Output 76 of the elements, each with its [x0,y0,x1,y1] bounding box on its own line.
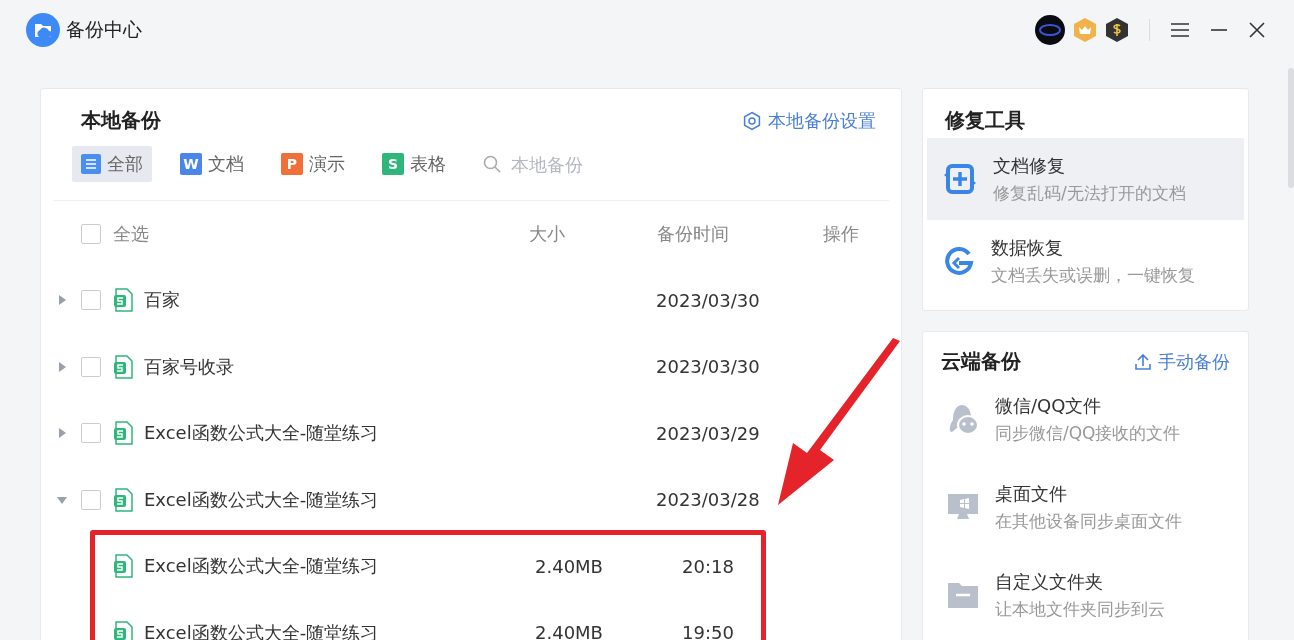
file-type-icon: S [382,153,404,175]
avatar-icon[interactable] [1035,15,1065,45]
search-icon [483,155,501,173]
tool-description: 文档丢失或误删，一键恢复 [991,263,1195,287]
spreadsheet-file-icon [113,354,133,379]
file-size: 2.40MB [534,622,604,640]
spreadsheet-file-icon [113,487,133,512]
spreadsheet-file-icon [113,554,133,579]
document-repair-icon [943,163,977,195]
minimize-icon[interactable] [1210,28,1228,32]
backup-time: 19:50 [681,622,735,640]
panel-title: 修复工具 [944,107,1026,134]
spreadsheet-file-icon [113,421,133,446]
recovery-icon [943,245,975,277]
backup-time: 2023/03/29 [655,422,761,444]
panel-title: 云端备份 [941,348,1021,375]
panel-title: 本地备份 [81,107,161,134]
folder-icon [947,581,979,609]
checkbox[interactable] [81,224,101,244]
checkbox[interactable] [81,489,101,510]
settings-icon [742,110,762,131]
file-name: Excel函数公式大全-随堂练习 [144,487,380,512]
backup-time: 20:18 [681,555,735,577]
file-name: 百家号收录 [144,354,235,379]
search-field[interactable]: 本地备份 [483,152,633,176]
expand-caret-icon[interactable] [56,360,68,373]
list-icon [81,154,101,174]
cloud-item[interactable]: 微信/QQ文件 同步微信/QQ接收的文件 [927,375,1244,463]
file-name: Excel函数公式大全-随堂练习 [144,554,380,579]
scrollbar[interactable] [1288,68,1294,188]
window-title: 备份中心 [66,17,142,42]
spreadsheet-file-icon [113,288,133,313]
item-description: 在其他设备同步桌面文件 [995,509,1182,533]
upload-icon [1134,352,1152,371]
expand-caret-icon[interactable] [56,294,68,307]
file-type-icon: W [180,153,202,175]
file-size: 2.40MB [534,555,604,577]
chat-mascot-icon [947,402,979,436]
filter-tab[interactable]: S 表格 [373,146,455,182]
manual-backup-link[interactable]: 手动备份 [1134,349,1230,374]
column-header: 大小 [528,222,566,246]
checkbox[interactable] [81,423,101,444]
filter-tab[interactable]: W 文档 [171,146,253,182]
item-title: 桌面文件 [995,481,1068,506]
close-icon[interactable] [1248,21,1266,39]
checkbox[interactable] [81,356,101,377]
checkbox[interactable] [81,290,101,311]
backup-time: 2023/03/30 [655,289,761,311]
tool-description: 修复乱码/无法打开的文档 [993,181,1186,205]
file-type-icon: P [281,153,303,175]
tool-title: 文档修复 [993,153,1066,178]
cloud-folder-logo-icon [26,13,60,47]
cloud-item[interactable]: 桌面文件 在其他设备同步桌面文件 [927,463,1244,551]
item-description: 同步微信/QQ接收的文件 [995,421,1181,445]
coin-badge-icon[interactable] [1105,17,1129,43]
column-header: 操作 [822,222,860,246]
tool-title: 数据恢复 [991,235,1064,260]
backup-time: 2023/03/28 [655,489,761,511]
tool-item[interactable]: 数据恢复 文档丢失或误删，一键恢复 [927,220,1244,302]
item-title: 自定义文件夹 [995,569,1104,594]
column-header: 备份时间 [656,222,730,246]
file-name: Excel函数公式大全-随堂练习 [144,421,380,446]
crown-badge-icon[interactable] [1073,17,1097,43]
file-name: 百家 [144,288,181,313]
item-title: 微信/QQ文件 [995,393,1103,418]
tool-item[interactable]: 文档修复 修复乱码/无法打开的文档 [927,138,1244,220]
column-header: 全选 [113,222,150,246]
backup-time: 2023/03/30 [655,356,761,378]
item-description: 让本地文件夹同步到云 [995,597,1165,621]
filter-tab[interactable]: 全部 [72,146,152,182]
desktop-monitor-icon [947,492,979,522]
filter-tab[interactable]: P 演示 [272,146,354,182]
expand-caret-icon[interactable] [56,427,68,440]
cloud-item[interactable]: 自定义文件夹 让本地文件夹同步到云 [927,551,1244,639]
settings-link[interactable]: 本地备份设置 [742,108,876,133]
menu-icon[interactable] [1170,22,1190,38]
